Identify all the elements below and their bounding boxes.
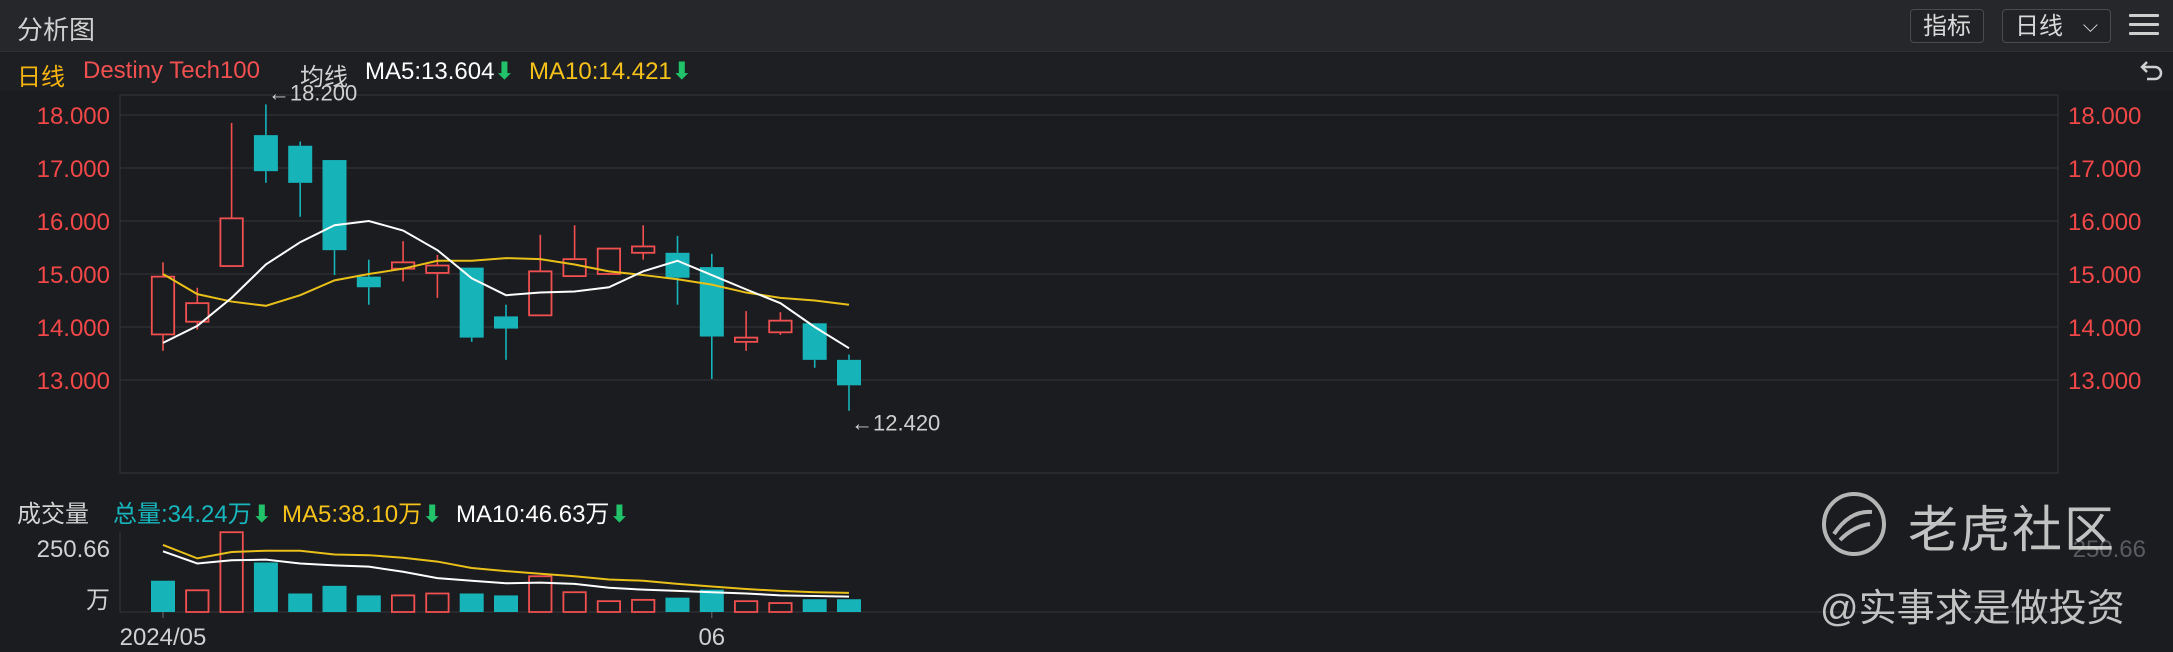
candle — [631, 225, 656, 260]
candle — [390, 241, 416, 282]
volume-total: 总量:34.24万⬇ — [113, 494, 272, 529]
candle — [219, 122, 244, 267]
candle — [288, 141, 313, 217]
volume-bar-up — [596, 600, 622, 613]
down-arrow-icon: ⬇ — [251, 501, 272, 528]
volume-bar-up — [219, 531, 244, 613]
volume-bar-up — [185, 589, 210, 613]
candle — [837, 354, 861, 411]
watermark-author: @实事求是做投资 — [1820, 588, 2125, 630]
candle-body-up — [768, 319, 793, 334]
candle — [665, 235, 690, 305]
volume-bar-up — [390, 594, 416, 613]
low-annotation: ←12.420 — [851, 411, 940, 436]
candle — [253, 104, 278, 183]
price-tick-label-right: 15.000 — [2068, 262, 2141, 289]
volume-label: 成交量 — [17, 501, 89, 528]
candle-body-up — [425, 264, 450, 274]
candle-body-down — [322, 160, 347, 251]
volume-bar-down — [322, 585, 347, 612]
candle — [768, 312, 793, 335]
volume-bar-up — [734, 600, 759, 613]
volume-unit-label-left: 万 — [86, 587, 110, 614]
down-arrow-icon: ⬇ — [422, 501, 443, 528]
volume-bar-down — [459, 593, 484, 612]
candle — [734, 311, 759, 351]
price-tick-label-left: 14.000 — [37, 315, 110, 342]
price-plot-frame — [119, 94, 2059, 474]
price-tick-label-right: 14.000 — [2068, 315, 2141, 342]
high-annotation: ←18.200 — [268, 80, 357, 105]
volume-bar-down — [356, 595, 381, 612]
price-tick-label-right: 13.000 — [2068, 368, 2141, 395]
candle — [802, 323, 827, 368]
volume-bar-down — [151, 580, 175, 612]
candle-body-down — [253, 135, 278, 172]
volume-bar-up — [768, 602, 793, 613]
candle-body-down — [288, 145, 313, 183]
candle-body-down — [356, 276, 381, 288]
candle-body-up — [219, 217, 244, 267]
candle — [322, 160, 347, 276]
volume-bar-down — [288, 593, 313, 612]
volume-bar-down — [665, 597, 690, 612]
volume-bar-up — [631, 598, 656, 613]
candle — [562, 225, 587, 278]
candle-body-up — [734, 336, 759, 343]
candle-body-down — [494, 316, 518, 329]
candle-body-up — [631, 245, 656, 254]
x-tick-label: 06 — [698, 624, 725, 651]
volume-bar-down — [494, 595, 518, 612]
price-tick-label-right: 17.000 — [2068, 156, 2141, 183]
candle-body-down — [802, 323, 827, 360]
volume-ma5-value: MA5:38.10万 — [282, 501, 423, 528]
price-tick-label-right: 16.000 — [2068, 209, 2141, 236]
down-arrow-icon: ⬇ — [609, 501, 630, 528]
volume-tick-label-left: 250.66 — [37, 536, 110, 563]
price-tick-label-left: 13.000 — [37, 368, 110, 395]
volume-bar-down — [802, 599, 827, 612]
candle — [528, 234, 553, 317]
volume-ma5: MA5:38.10万⬇ — [282, 494, 442, 529]
volume-bar-down — [253, 562, 278, 612]
x-tick-label: 2024/05 — [120, 624, 207, 651]
volume-bar-up — [425, 592, 450, 613]
volume-bar-up — [528, 575, 553, 613]
candle — [150, 262, 176, 351]
candle — [356, 259, 381, 305]
watermark-brand: 老虎社区 — [1908, 502, 2116, 558]
volume-ma10-value: MA10:46.63万 — [456, 501, 610, 528]
price-tick-label-left: 16.000 — [37, 209, 110, 236]
tiger-logo-icon — [1822, 492, 1886, 556]
volume-bar-down — [837, 599, 861, 612]
candle-body-down — [837, 359, 861, 386]
candle-body-up — [150, 275, 176, 336]
price-tick-label-left: 18.000 — [37, 103, 110, 130]
price-tick-label-left: 15.000 — [37, 262, 110, 289]
price-tick-label-left: 17.000 — [37, 156, 110, 183]
candle-body-up — [562, 258, 587, 278]
price-tick-label-right: 18.000 — [2068, 103, 2141, 130]
volume-bar-up — [562, 591, 587, 613]
candle — [494, 304, 518, 360]
volume-ma10: MA10:46.63万⬇ — [456, 494, 630, 529]
volume-total-value: 总量:34.24万 — [113, 501, 252, 528]
